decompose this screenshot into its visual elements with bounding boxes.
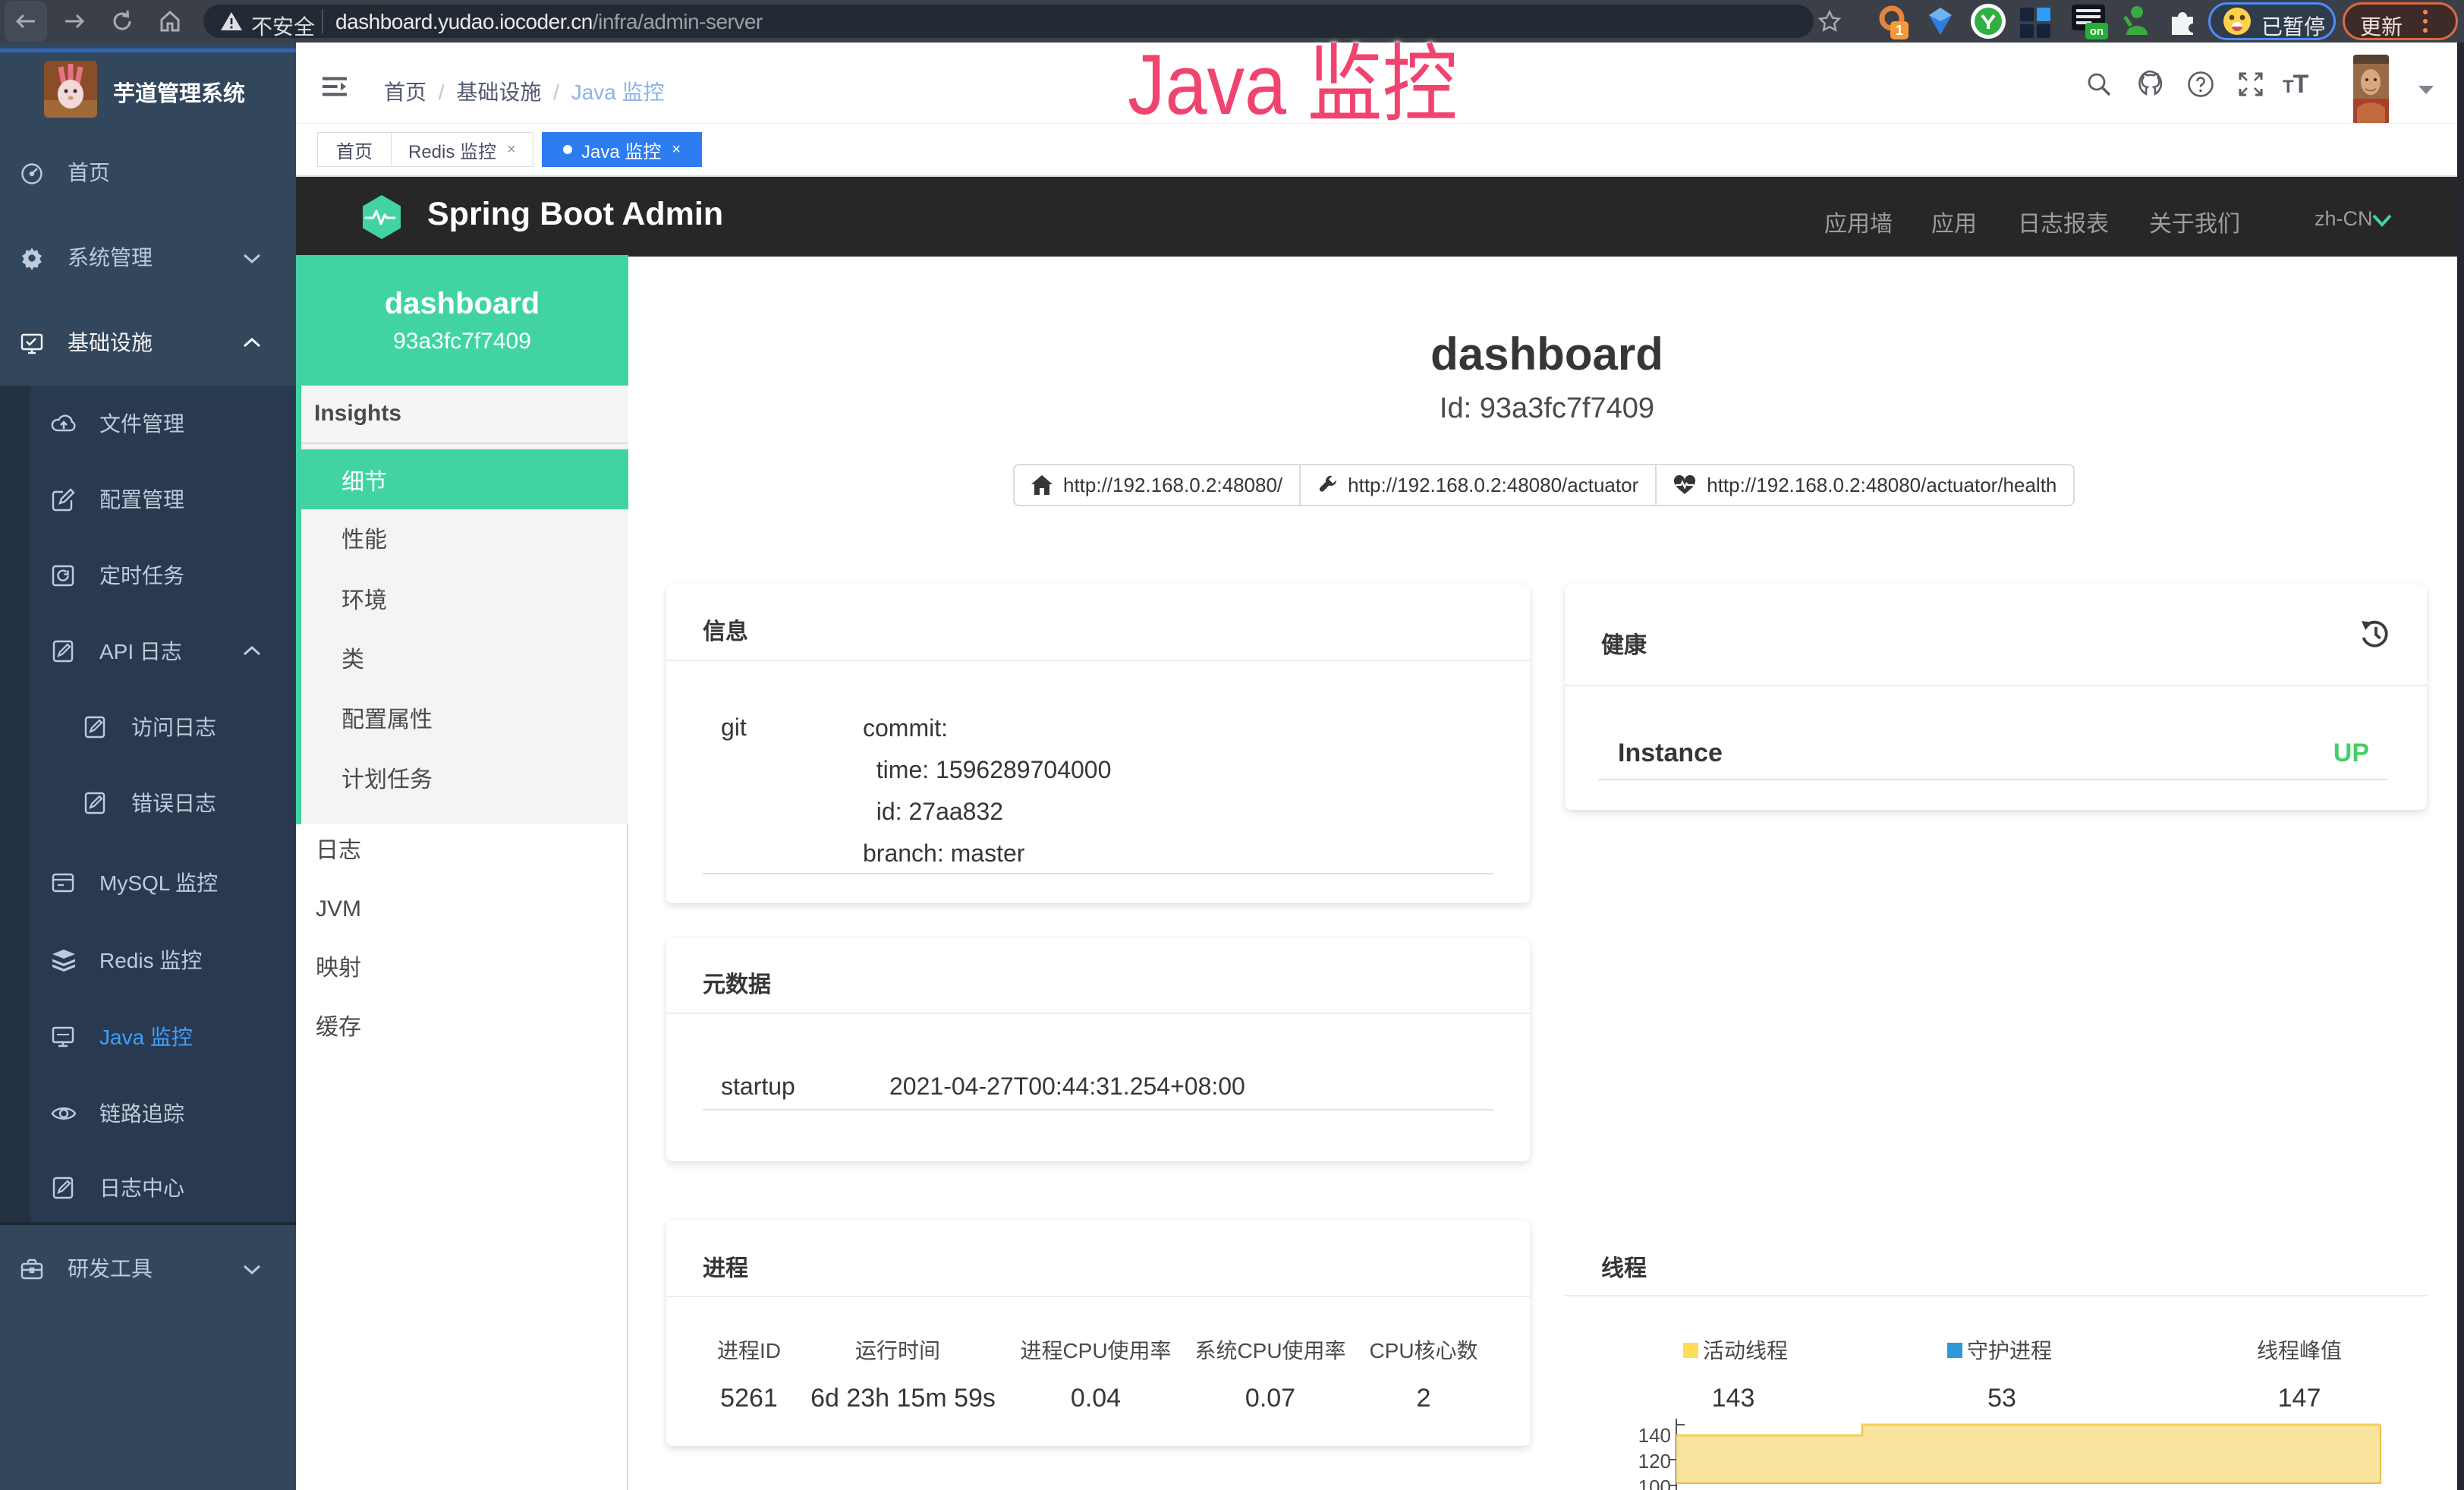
svg-text:1: 1 bbox=[1896, 23, 1903, 38]
svg-text:on: on bbox=[2090, 25, 2104, 38]
